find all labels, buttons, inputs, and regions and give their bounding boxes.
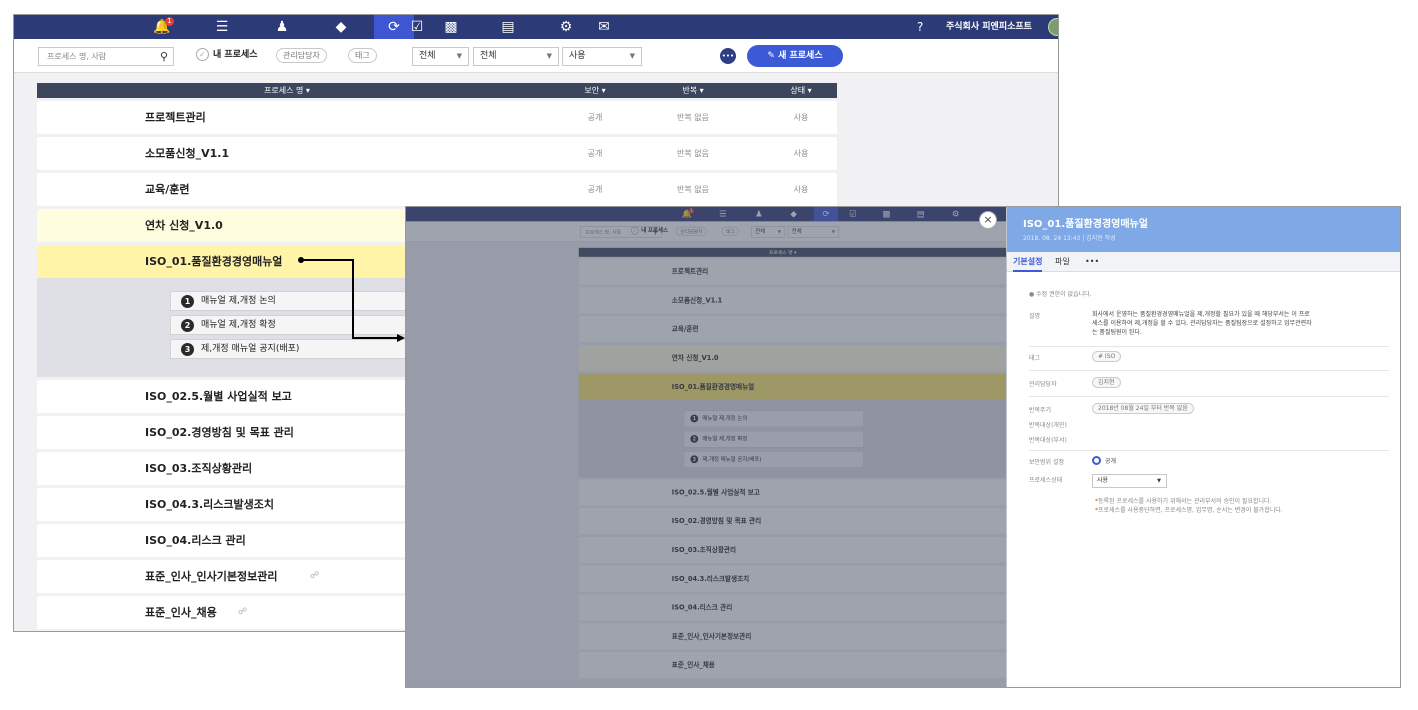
arrow-connector — [298, 257, 405, 342]
